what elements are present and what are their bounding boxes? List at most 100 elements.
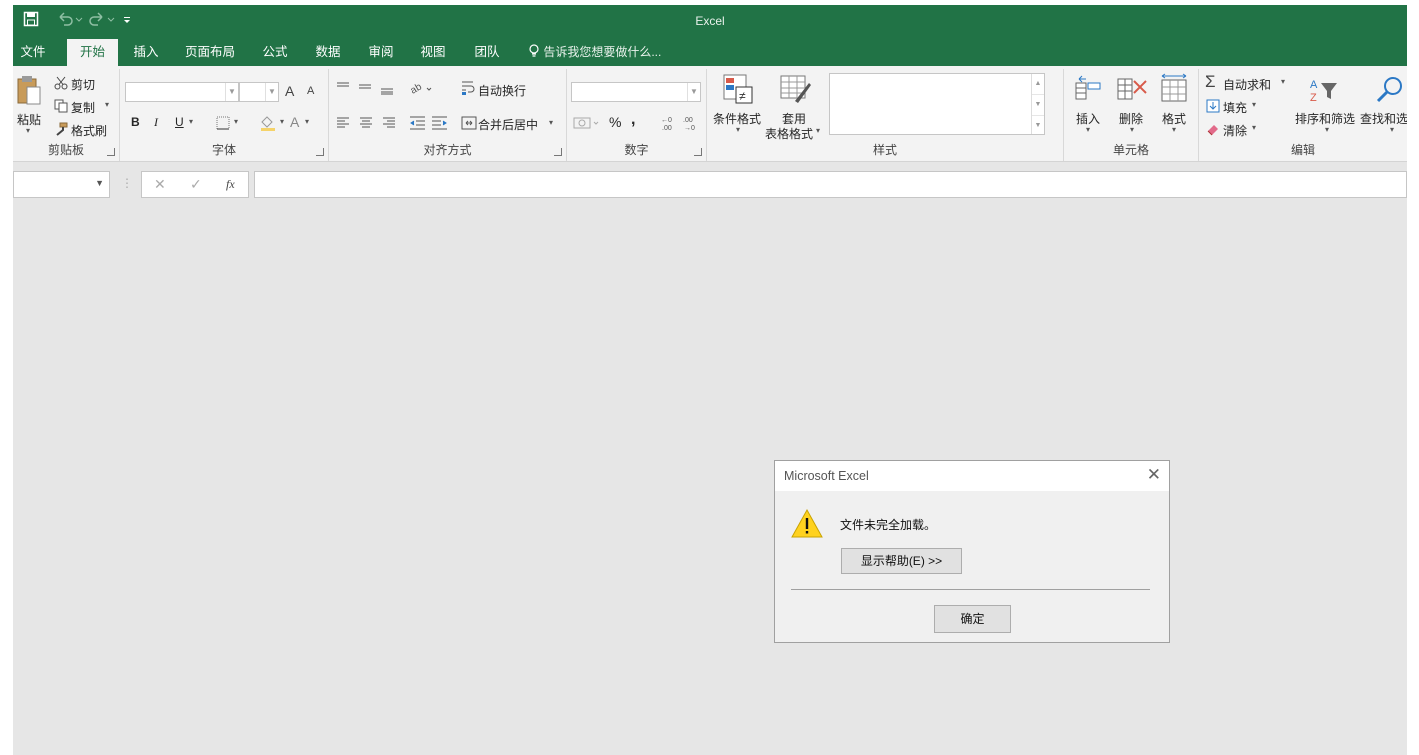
merge-dropdown-icon[interactable]: ▾ (549, 118, 553, 127)
find-dropdown-icon[interactable]: ▾ (1390, 125, 1394, 134)
alignment-group-label: 对齐方式 (423, 143, 472, 157)
tab-file[interactable]: 文件 (13, 39, 53, 66)
message-dialog: Microsoft Excel ✕ 文件未完全加载。 显示帮助(E) >> 确定 (774, 460, 1170, 643)
svg-text:.00: .00 (683, 117, 693, 124)
insert-function-icon[interactable]: fx (226, 177, 235, 192)
cell-styles-gallery[interactable]: ▲ ▼ ▼ (829, 73, 1045, 135)
fill-color-icon[interactable] (259, 115, 277, 131)
gallery-down-icon[interactable]: ▼ (1032, 95, 1044, 116)
svg-text:→0: →0 (684, 125, 695, 131)
tell-me-text: 告诉我您想要做什么... (543, 45, 662, 59)
cancel-icon[interactable]: ✕ (154, 176, 166, 193)
font-name-combo[interactable]: ▼ (125, 82, 239, 102)
font-launcher-icon[interactable] (316, 148, 324, 156)
paste-dropdown-icon[interactable]: ▾ (26, 126, 30, 135)
paste-icon[interactable] (16, 75, 42, 107)
warning-icon (791, 508, 823, 538)
chevron-down-icon[interactable]: ▼ (95, 178, 104, 188)
borders-dropdown-icon[interactable]: ▾ (234, 117, 238, 126)
clipboard-launcher-icon[interactable] (107, 148, 115, 156)
left-align-icon[interactable] (336, 116, 398, 130)
chevron-down-icon: ▼ (687, 83, 700, 101)
underline-dropdown-icon[interactable]: ▾ (189, 117, 193, 126)
wrap-text-button[interactable]: 自动换行 (478, 82, 526, 99)
show-help-button[interactable]: 显示帮助(E) >> (841, 548, 962, 574)
tab-team[interactable]: 团队 (467, 39, 507, 66)
italic-button[interactable]: I (154, 115, 158, 130)
copy-button[interactable]: 复制 (71, 99, 95, 116)
font-group-label: 字体 (211, 143, 236, 157)
cut-button[interactable]: 剪切 (71, 76, 95, 93)
fill-color-dropdown-icon[interactable]: ▾ (280, 117, 284, 126)
borders-icon[interactable] (216, 116, 230, 130)
format-dropdown-icon[interactable]: ▾ (1172, 125, 1176, 134)
format-cells-icon (1161, 73, 1187, 102)
underline-button[interactable]: U (175, 115, 184, 129)
formula-input[interactable] (254, 171, 1407, 198)
comma-button[interactable]: , (631, 111, 635, 129)
cut-icon (54, 76, 68, 90)
fill-dropdown-icon[interactable]: ▾ (1252, 100, 1256, 109)
fill-button[interactable]: 填充 (1223, 99, 1247, 116)
close-icon[interactable]: ✕ (1147, 466, 1161, 484)
gallery-more-icon[interactable]: ▼ (1032, 116, 1044, 136)
tab-insert[interactable]: 插入 (126, 39, 166, 66)
bold-button[interactable]: B (131, 115, 140, 129)
font-color-icon[interactable]: A (290, 114, 299, 130)
font-group: ▼ ▼ A A B I U ▾ ▾ ▾ A ▾ 字体 (120, 69, 329, 161)
indent-icon[interactable] (409, 115, 449, 131)
alignment-launcher-icon[interactable] (554, 148, 562, 156)
copy-dropdown-icon[interactable]: ▾ (105, 100, 109, 109)
clear-dropdown-icon[interactable]: ▾ (1252, 123, 1256, 132)
formula-buttons: ✕ ✓ fx (141, 171, 249, 198)
format-table-dropdown-icon[interactable]: ▾ (816, 126, 820, 135)
sort-dropdown-icon[interactable]: ▾ (1325, 125, 1329, 134)
name-box[interactable]: ▼ (13, 171, 110, 198)
svg-text:ab: ab (409, 81, 424, 96)
font-size-combo[interactable]: ▼ (239, 82, 279, 102)
sort-filter-icon: AZ (1310, 79, 1337, 104)
merge-center-button[interactable]: 合并后居中 (478, 116, 538, 133)
formula-bar: ▼ ⋮ ✕ ✓ fx (13, 171, 1407, 199)
shrink-font-icon[interactable]: A (307, 85, 314, 97)
decimal-icon[interactable]: ←0.00.00→0 (660, 115, 702, 131)
autosum-dropdown-icon[interactable]: ▾ (1281, 77, 1285, 86)
tab-formulas[interactable]: 公式 (255, 39, 295, 66)
ok-button[interactable]: 确定 (934, 605, 1011, 633)
find-select-button[interactable]: 查找和选 (1360, 110, 1407, 127)
format-painter-icon (56, 122, 68, 136)
gallery-scrollbar[interactable]: ▲ ▼ ▼ (1031, 74, 1044, 134)
title-bar: Excel (13, 5, 1407, 39)
svg-text:A: A (1310, 79, 1318, 91)
delete-cells-icon (1117, 78, 1147, 100)
conditional-dropdown-icon[interactable]: ▾ (736, 125, 740, 134)
eraser-icon (1207, 125, 1218, 136)
number-group-label: 数字 (624, 143, 649, 157)
clear-button[interactable]: 清除 (1223, 122, 1247, 139)
enter-icon[interactable]: ✓ (190, 176, 202, 193)
delete-dropdown-icon[interactable]: ▾ (1130, 125, 1134, 134)
format-as-table-button[interactable]: 表格格式 (765, 125, 813, 142)
percent-button[interactable]: % (609, 114, 621, 130)
tab-home[interactable]: 开始 (67, 39, 118, 67)
grow-font-icon[interactable]: A (285, 83, 294, 99)
orientation-icon[interactable]: ab (409, 80, 433, 96)
tab-data[interactable]: 数据 (308, 39, 348, 66)
gallery-up-icon[interactable]: ▲ (1032, 74, 1044, 95)
format-painter-button[interactable]: 格式刷 (71, 122, 107, 139)
accounting-format-icon[interactable] (573, 115, 601, 131)
svg-text:.00: .00 (662, 125, 672, 131)
number-launcher-icon[interactable] (694, 148, 702, 156)
formula-bar-grip-icon[interactable]: ⋮ (121, 176, 133, 190)
autosum-button[interactable]: 自动求和 (1223, 76, 1271, 93)
number-format-combo[interactable]: ▼ (571, 82, 701, 102)
insert-dropdown-icon[interactable]: ▾ (1086, 125, 1090, 134)
tab-review[interactable]: 审阅 (361, 39, 401, 66)
tab-page-layout[interactable]: 页面布局 (180, 39, 240, 66)
font-color-dropdown-icon[interactable]: ▾ (305, 117, 309, 126)
dialog-title: Microsoft Excel (784, 469, 869, 483)
alignment-group: ab 自动换行 合并后居中 ▾ 对齐方式 (329, 69, 567, 161)
tell-me-box[interactable]: 告诉我您想要做什么... (528, 39, 661, 66)
top-align-icon[interactable] (336, 81, 398, 95)
tab-view[interactable]: 视图 (413, 39, 453, 66)
